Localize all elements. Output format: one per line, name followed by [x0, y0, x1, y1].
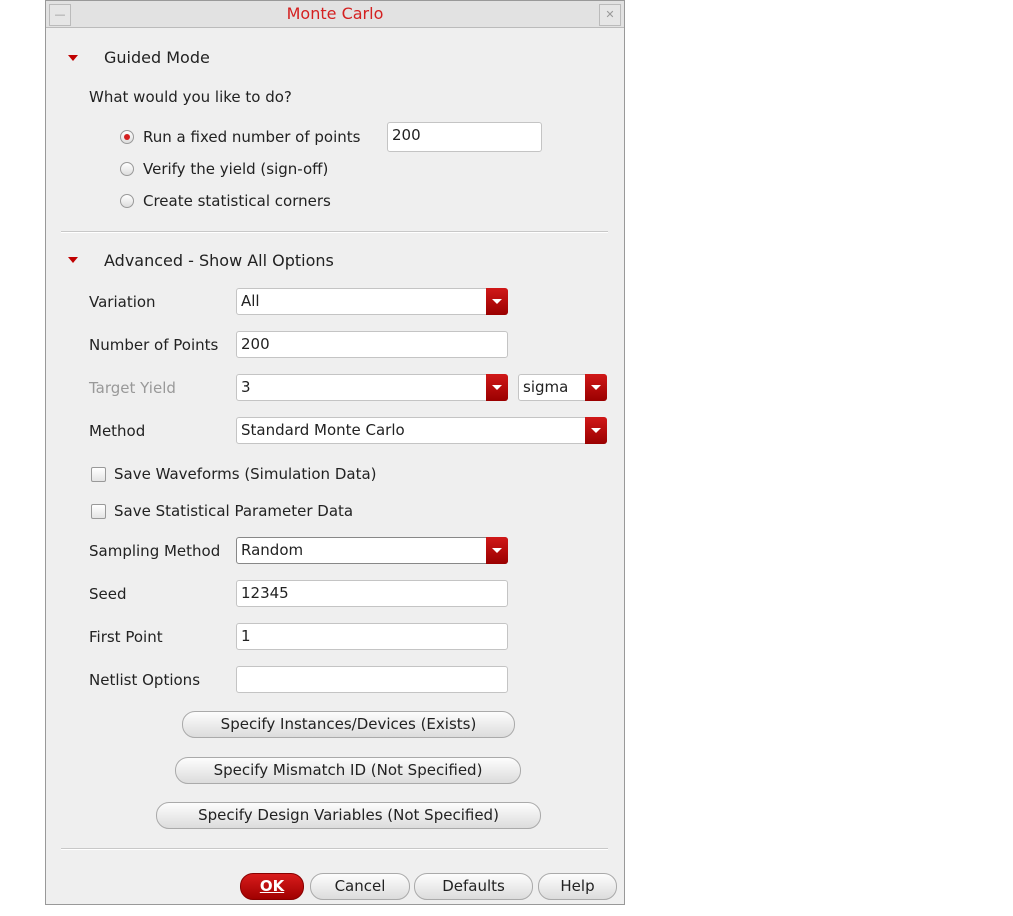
- target-yield-select[interactable]: 3: [236, 374, 508, 401]
- num-points-input[interactable]: 200: [236, 331, 508, 358]
- target-yield-value: 3: [241, 378, 251, 396]
- sampling-method-label: Sampling Method: [89, 542, 221, 560]
- save-waveforms-checkbox[interactable]: [91, 467, 106, 482]
- method-label: Method: [89, 422, 146, 440]
- netlist-options-label: Netlist Options: [89, 671, 201, 689]
- advanced-header[interactable]: Advanced - Show All Options: [104, 251, 334, 270]
- netlist-options-input[interactable]: [236, 666, 508, 693]
- first-point-input[interactable]: 1: [236, 623, 508, 650]
- chevron-down-icon: [585, 374, 607, 401]
- cancel-button[interactable]: Cancel: [310, 873, 410, 900]
- divider: [61, 848, 608, 850]
- defaults-button[interactable]: Defaults: [414, 873, 533, 900]
- specify-instances-button[interactable]: Specify Instances/Devices (Exists): [182, 711, 515, 738]
- minimize-button[interactable]: —: [49, 4, 71, 26]
- radio-fixed-points[interactable]: [120, 130, 134, 144]
- divider: [61, 231, 608, 233]
- yield-unit-value: sigma: [523, 378, 569, 396]
- chevron-down-icon: [585, 417, 607, 444]
- radio-label: Run a fixed number of points: [143, 128, 361, 146]
- method-value: Standard Monte Carlo: [241, 421, 405, 439]
- window-title: Monte Carlo: [286, 4, 384, 23]
- question-label: What would you like to do?: [89, 88, 292, 106]
- variation-select[interactable]: All: [236, 288, 508, 315]
- method-select[interactable]: Standard Monte Carlo: [236, 417, 607, 444]
- help-button[interactable]: Help: [538, 873, 617, 900]
- ok-button[interactable]: OK: [240, 873, 304, 900]
- variation-value: All: [241, 292, 260, 310]
- sampling-method-select[interactable]: Random: [236, 537, 508, 564]
- save-stat-data-checkbox[interactable]: [91, 504, 106, 519]
- title-bar: — Monte Carlo ✕: [46, 1, 624, 28]
- num-points-label: Number of Points: [89, 336, 219, 354]
- chevron-down-icon: [486, 537, 508, 564]
- guided-points-input[interactable]: 200: [387, 122, 542, 152]
- sampling-method-value: Random: [241, 541, 304, 559]
- radio-label: Verify the yield (sign-off): [143, 160, 329, 178]
- target-yield-label: Target Yield: [89, 379, 176, 397]
- close-button[interactable]: ✕: [599, 4, 621, 26]
- seed-label: Seed: [89, 585, 127, 603]
- specify-design-vars-button[interactable]: Specify Design Variables (Not Specified): [156, 802, 541, 829]
- radio-statistical-corners[interactable]: [120, 194, 134, 208]
- save-stat-data-label: Save Statistical Parameter Data: [114, 502, 354, 520]
- collapse-triangle-icon[interactable]: [68, 55, 78, 61]
- chevron-down-icon: [486, 374, 508, 401]
- radio-verify-yield[interactable]: [120, 162, 134, 176]
- collapse-triangle-icon[interactable]: [68, 257, 78, 263]
- specify-mismatch-button[interactable]: Specify Mismatch ID (Not Specified): [175, 757, 521, 784]
- chevron-down-icon: [486, 288, 508, 315]
- save-waveforms-label: Save Waveforms (Simulation Data): [114, 465, 377, 483]
- guided-mode-header[interactable]: Guided Mode: [104, 48, 210, 67]
- variation-label: Variation: [89, 293, 156, 311]
- monte-carlo-dialog: — Monte Carlo ✕ Guided Mode What would y…: [45, 0, 625, 905]
- radio-label: Create statistical corners: [143, 192, 331, 210]
- yield-unit-select[interactable]: sigma: [518, 374, 607, 401]
- seed-input[interactable]: 12345: [236, 580, 508, 607]
- first-point-label: First Point: [89, 628, 163, 646]
